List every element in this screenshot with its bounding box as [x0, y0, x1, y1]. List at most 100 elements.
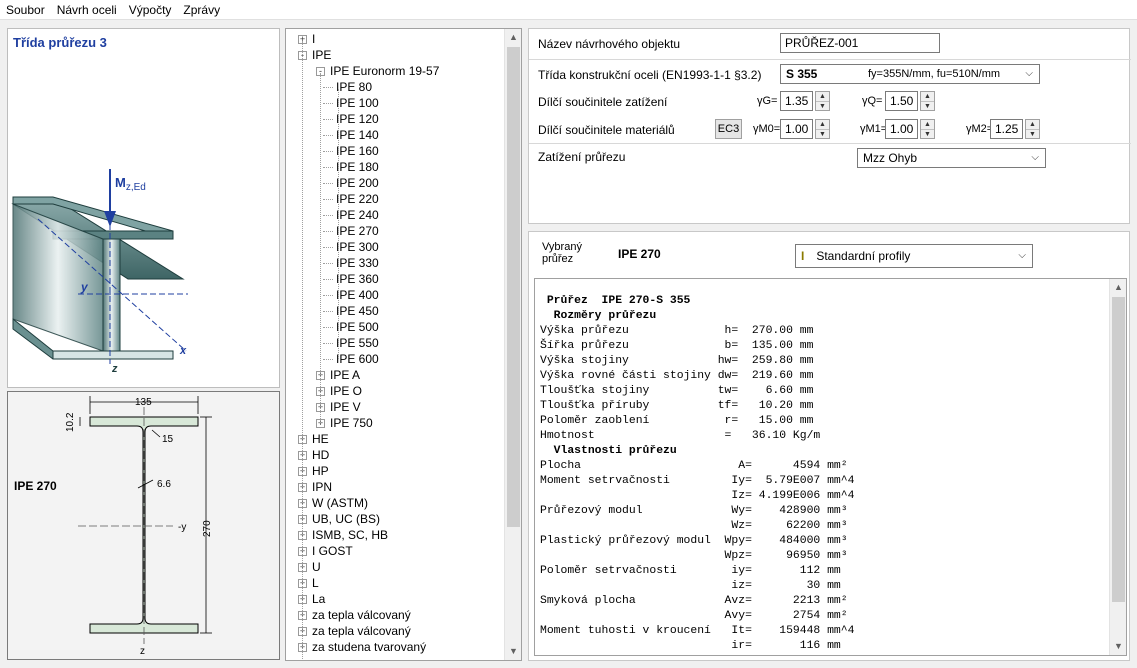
ec3-button[interactable]: EC3: [715, 119, 742, 139]
tree-item[interactable]: + L: [286, 575, 505, 591]
tree-item[interactable]: + I GOST: [286, 543, 505, 559]
tree-item[interactable]: + IPN: [286, 479, 505, 495]
results-line: ir= 116 mm: [540, 640, 841, 652]
scroll-up-icon[interactable]: ▲: [1110, 279, 1126, 296]
tree-item-label: IPE A: [330, 368, 361, 382]
tree-item[interactable]: IPE 400: [286, 287, 505, 303]
results-line: Výška rovné části stojiny dw= 219.60 mm: [540, 370, 814, 382]
scroll-thumb[interactable]: [507, 47, 520, 527]
tree-item[interactable]: + HD: [286, 447, 505, 463]
profiles-dropdown[interactable]: I Standardní profily ⌵: [795, 244, 1033, 268]
tree-item-label: IPN: [312, 480, 333, 494]
results-line: Poloměr zaoblení r= 15.00 mm: [540, 415, 814, 427]
tree-item[interactable]: - IPE Euronorm 19-57: [286, 63, 505, 79]
tree-item[interactable]: IPE 80: [286, 79, 505, 95]
scroll-down-icon[interactable]: ▼: [505, 643, 521, 660]
gamma-m0-input[interactable]: 1.00: [780, 119, 813, 139]
tree-item[interactable]: IPE 270: [286, 223, 505, 239]
tree-item[interactable]: + za studena tvarovaný: [286, 639, 505, 655]
tree-item[interactable]: + za tepla válcovaný: [286, 607, 505, 623]
menu-vypocty[interactable]: Výpočty: [123, 0, 178, 20]
tree-item-label: za studena tvarovaný: [312, 640, 427, 654]
results-line: Průřez IPE 270-S 355: [540, 295, 691, 307]
selected-section-value: IPE 270: [618, 247, 661, 261]
tree-item[interactable]: IPE 180: [286, 159, 505, 175]
results-line: Moment setrvačnosti Iy= 5.79E007 mm^4: [540, 475, 855, 487]
tree-item[interactable]: IPE 330: [286, 255, 505, 271]
tree-item[interactable]: IPE 200: [286, 175, 505, 191]
menu-soubor[interactable]: Soubor: [0, 0, 51, 20]
gamma-g-spinner[interactable]: ▲ ▼: [815, 91, 830, 111]
gamma-m2-input[interactable]: 1.25: [990, 119, 1023, 139]
results-line: Plastický průřezový modul Wpy= 484000 mm…: [540, 535, 848, 547]
tree-item[interactable]: IPE 100: [286, 95, 505, 111]
gamma-g-input[interactable]: 1.35: [780, 91, 813, 111]
results-scrollbar[interactable]: ▲ ▼: [1109, 279, 1126, 655]
results-line: Wpz= 96950 mm³: [540, 550, 848, 562]
results-line: Šířka průřezu b= 135.00 mm: [540, 340, 814, 352]
tree-item[interactable]: IPE 300: [286, 239, 505, 255]
selected-section-label: Vybraný průřez: [542, 241, 582, 265]
section-class-panel: Třída průřezu 3 Mz,Ed y x z: [7, 28, 280, 388]
load-dropdown[interactable]: Mzz Ohyb ⌵: [857, 148, 1046, 168]
tree-item[interactable]: IPE 160: [286, 143, 505, 159]
tree-item[interactable]: IPE 140: [286, 127, 505, 143]
tree-item[interactable]: IPE 220: [286, 191, 505, 207]
load-value: Mzz Ohyb: [863, 151, 918, 165]
radius-dim-label: 15: [162, 434, 174, 445]
tree-item[interactable]: IPE 600: [286, 351, 505, 367]
tree-item-label: za tepla válcovaný: [312, 608, 411, 622]
tree-item[interactable]: + IPE V: [286, 399, 505, 415]
gamma-m1-input[interactable]: 1.00: [885, 119, 918, 139]
results-line: Plocha A= 4594 mm²: [540, 460, 848, 472]
object-name-input[interactable]: PRŮŘEZ-001: [780, 33, 940, 53]
tree-item[interactable]: + ISMB, SC, HB: [286, 527, 505, 543]
gamma-q-spinner[interactable]: ▲ ▼: [920, 91, 935, 111]
gamma-g-label: γG=: [757, 95, 778, 107]
steel-class-dropdown[interactable]: S 355 fy=355N/mm, fu=510N/mm ⌵: [780, 64, 1040, 84]
gamma-q-label: γQ=: [862, 95, 883, 107]
gamma-m1-label: γM1=: [860, 123, 888, 135]
scroll-down-icon[interactable]: ▼: [1110, 638, 1126, 655]
tree-item[interactable]: + I: [286, 31, 505, 47]
tree-scrollbar[interactable]: ▲ ▼: [504, 29, 521, 660]
tree-item[interactable]: + IPE A: [286, 367, 505, 383]
tree-item-label: I: [312, 32, 316, 46]
results-output[interactable]: Průřez IPE 270-S 355 Rozměry průřezu Výšk…: [534, 278, 1127, 656]
tree-item[interactable]: + UB, UC (BS): [286, 511, 505, 527]
scroll-thumb[interactable]: [1112, 297, 1125, 602]
tree-item[interactable]: IPE 500: [286, 319, 505, 335]
tree-item-label: IPE 140: [336, 128, 379, 142]
gamma-m2-spinner[interactable]: ▲ ▼: [1025, 119, 1040, 139]
axis-x-label: x: [179, 345, 187, 357]
tree-item[interactable]: + IPE O: [286, 383, 505, 399]
gamma-m1-spinner[interactable]: ▲ ▼: [920, 119, 935, 139]
tree-item-label: HD: [312, 448, 330, 462]
tree-item[interactable]: + za tepla válcovaný: [286, 623, 505, 639]
tree-item[interactable]: IPE 360: [286, 271, 505, 287]
tree-item[interactable]: + HP: [286, 463, 505, 479]
tree-item[interactable]: + U: [286, 559, 505, 575]
menu-zpravy[interactable]: Zprávy: [177, 0, 226, 20]
scroll-up-icon[interactable]: ▲: [505, 29, 521, 46]
tree-item[interactable]: IPE 120: [286, 111, 505, 127]
tree-item[interactable]: IPE 450: [286, 303, 505, 319]
gamma-m0-spinner[interactable]: ▲ ▼: [815, 119, 830, 139]
menu-navrh-oceli[interactable]: Návrh oceli: [51, 0, 123, 20]
tree-item[interactable]: - IPE: [286, 47, 505, 63]
menu-bar: Soubor Návrh oceli Výpočty Zprávy: [0, 0, 1137, 20]
moment-label: Mz,Ed: [115, 175, 146, 193]
tree-item-label: U: [312, 560, 321, 574]
i-beam-icon: I: [801, 249, 805, 263]
profile-tree[interactable]: + I - IPE - IPE Euronorm 19-57 IPE 80 IPE 100 IP…: [285, 28, 522, 661]
tree-item[interactable]: IPE 240: [286, 207, 505, 223]
tree-item[interactable]: + La: [286, 591, 505, 607]
tree-item[interactable]: + W (ASTM): [286, 495, 505, 511]
tree-item-label: W (ASTM): [312, 496, 368, 510]
steel-class-label: Třída konstrukční oceli (EN1993-1-1 §3.2…: [538, 68, 762, 82]
tree-item[interactable]: + HE: [286, 431, 505, 447]
tree-item[interactable]: IPE 550: [286, 335, 505, 351]
gamma-q-input[interactable]: 1.50: [885, 91, 918, 111]
tree-item[interactable]: + IPE 750: [286, 415, 505, 431]
tree-item-label: IPE 500: [336, 320, 379, 334]
